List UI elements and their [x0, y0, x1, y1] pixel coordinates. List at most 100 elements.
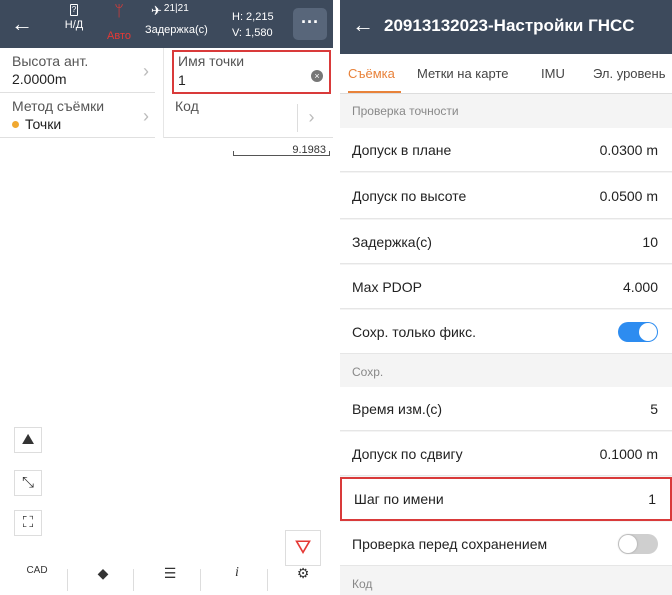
row-meas-time[interactable]: Время изм.(с) 5 — [340, 387, 672, 431]
row-label: Время изм.(с) — [352, 401, 443, 417]
fixed-only-toggle[interactable] — [618, 322, 658, 342]
row-name-step[interactable]: Шаг по имени 1 — [340, 477, 672, 521]
code-label: Код — [175, 98, 199, 114]
section-label: Проверка точности — [352, 104, 459, 118]
toolbar-divider — [67, 569, 68, 591]
scale-tick — [329, 151, 330, 156]
antenna-status[interactable]: ᛘ Авто — [104, 3, 134, 43]
row-max-pdop[interactable]: Max PDOP 4.000 — [340, 265, 672, 309]
section-code: Код — [340, 567, 672, 595]
back-arrow-icon[interactable]: ← — [352, 14, 374, 36]
point-name-field[interactable]: Имя точки 1 × — [172, 50, 331, 94]
row-value: 4.000 — [622, 279, 658, 295]
battery-status[interactable]: ? Н/Д — [61, 4, 87, 31]
list-icon[interactable]: ☰ — [155, 565, 185, 582]
precision-readout: H: 2,215 V: 1,580 — [232, 9, 274, 41]
antenna-icon: ᛘ — [114, 3, 124, 20]
point-dot-icon — [12, 121, 19, 128]
row-label: Проверка перед сохранением — [352, 536, 548, 552]
row-value: 5 — [650, 401, 658, 417]
scale-value: 9.1983 — [292, 144, 326, 156]
section-label: Сохр. — [352, 365, 384, 379]
row-value: 10 — [642, 234, 658, 250]
status-bar: ← ? Н/Д ᛘ Авто ✈ 21|21 Задержка(с) H: 2,2… — [0, 0, 333, 48]
settings-tabs: Съёмка Метки на карте IMU Эл. уровень — [340, 54, 672, 94]
more-menu-button[interactable]: ··· — [293, 8, 327, 40]
chevron-right-icon: › — [143, 106, 149, 126]
survey-method-field[interactable]: Метод съёмки Точки › — [0, 93, 155, 138]
cad-icon[interactable]: CAD — [22, 565, 52, 576]
tab-e-level[interactable]: Эл. уровень — [593, 66, 665, 81]
toolbar-divider — [200, 569, 201, 591]
gear-icon[interactable]: ⚙ — [288, 565, 318, 582]
back-arrow-icon[interactable]: ← — [11, 11, 33, 37]
map-point-icon[interactable]: ⛰ — [14, 427, 42, 453]
point-fields: Высота ант. 2.0000m › Имя точки 1 × Мето… — [0, 48, 333, 138]
tab-survey[interactable]: Съёмка — [348, 66, 395, 81]
row-h-tolerance[interactable]: Допуск в плане 0.0300 m — [340, 128, 672, 172]
collapse-icon[interactable]: ⤡ — [14, 470, 42, 496]
survey-method-text: Точки — [25, 116, 62, 132]
bottom-toolbar: CAD ◆ ☰ i ⚙ — [0, 565, 333, 595]
satellite-icon: ✈ — [151, 3, 162, 18]
measure-point-button[interactable]: ⛛ — [285, 530, 321, 566]
row-value: 0.0500 m — [599, 188, 658, 204]
v-precision: V: 1,580 — [232, 27, 273, 39]
survey-method-label: Метод съёмки — [12, 98, 105, 114]
field-divider — [163, 48, 164, 138]
antenna-height-value: 2.0000m — [12, 71, 67, 87]
section-save: Сохр. — [340, 355, 672, 387]
section-accuracy: Проверка точности — [340, 94, 672, 128]
delay-label: Задержка(с) — [145, 24, 208, 36]
toolbar-divider — [133, 569, 134, 591]
check-before-save-toggle[interactable] — [618, 534, 658, 554]
toggle-knob — [639, 323, 657, 341]
clear-icon[interactable]: × — [311, 70, 323, 82]
fullscreen-icon[interactable]: ⛶ — [14, 510, 42, 536]
map-scale-bar: 9.1983 — [233, 144, 330, 156]
antenna-height-label: Высота ант. — [12, 53, 89, 69]
row-v-tolerance[interactable]: Допуск по высоте 0.0500 m — [340, 173, 672, 219]
row-value: 0.1000 m — [599, 446, 658, 462]
code-picker-button[interactable]: › — [297, 104, 325, 132]
row-label: Max PDOP — [352, 279, 423, 295]
active-tab-indicator — [348, 91, 401, 93]
code-field[interactable]: Код › — [163, 93, 333, 138]
point-name-label: Имя точки — [178, 53, 245, 69]
layers-icon[interactable]: ◆ — [88, 565, 118, 582]
screen: ← ? Н/Д ᛘ Авто ✈ 21|21 Задержка(с) H: 2,2… — [0, 0, 672, 595]
row-label: Допуск в плане — [352, 142, 452, 158]
survey-screen: ← ? Н/Д ᛘ Авто ✈ 21|21 Задержка(с) H: 2,2… — [0, 0, 333, 595]
antenna-mode-label: Авто — [107, 30, 131, 42]
page-title: 20913132023-Настройки ГНСС — [384, 16, 635, 35]
panel-gap — [333, 0, 340, 595]
row-fixed-only: Сохр. только фикс. — [340, 310, 672, 354]
tab-map-labels[interactable]: Метки на карте — [417, 66, 509, 81]
survey-method-value: Точки — [12, 116, 61, 132]
gnss-settings-screen: ← 20913132023-Настройки ГНСС Съёмка Метк… — [340, 0, 672, 595]
row-delay[interactable]: Задержка(с) 10 — [340, 220, 672, 264]
row-label: Допуск по высоте — [352, 188, 467, 204]
chevron-right-icon: › — [143, 61, 149, 81]
row-label: Шаг по имени — [354, 491, 444, 507]
toolbar-divider — [267, 569, 268, 591]
toggle-knob — [619, 535, 637, 553]
row-label: Задержка(с) — [352, 234, 432, 250]
row-label: Допуск по сдвигу — [352, 446, 463, 462]
battery-icon: ? — [70, 4, 78, 16]
row-check-before-save: Проверка перед сохранением — [340, 522, 672, 566]
tab-imu[interactable]: IMU — [541, 66, 565, 81]
info-icon[interactable]: i — [222, 565, 252, 581]
row-label: Сохр. только фикс. — [352, 324, 476, 340]
battery-label: Н/Д — [64, 19, 84, 31]
point-name-input[interactable]: 1 — [178, 72, 186, 88]
settings-header: ← 20913132023-Настройки ГНСС — [340, 0, 672, 54]
row-value: 1 — [648, 491, 656, 507]
satellite-status[interactable]: ✈ 21|21 Задержка(с) — [145, 3, 240, 36]
satellite-count: 21|21 — [163, 3, 189, 14]
row-shift-tolerance[interactable]: Допуск по сдвигу 0.1000 m — [340, 432, 672, 476]
scale-tick — [233, 151, 234, 156]
section-label: Код — [352, 577, 373, 591]
antenna-height-field[interactable]: Высота ант. 2.0000m › — [0, 48, 155, 93]
h-precision: H: 2,215 — [232, 11, 274, 23]
